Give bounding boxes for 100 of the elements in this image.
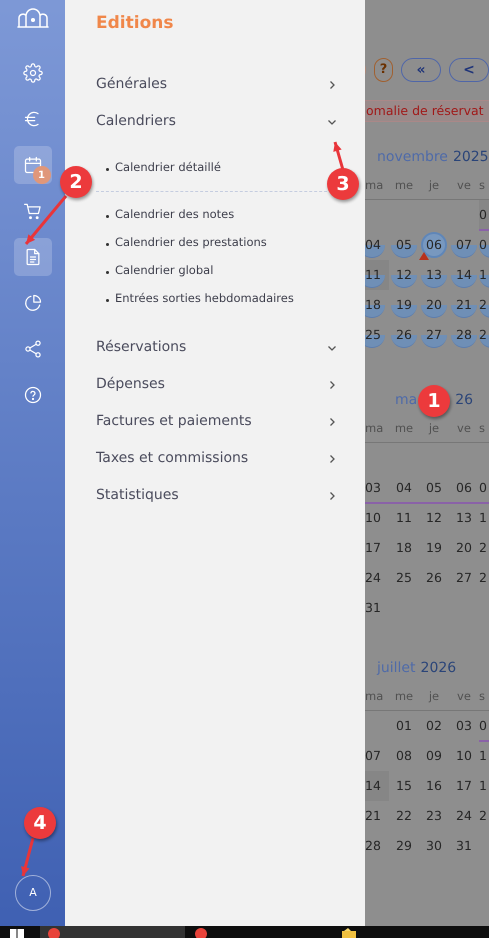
- month-name: novembre: [377, 148, 448, 166]
- day-cell[interactable]: 1: [479, 266, 487, 284]
- menu-item[interactable]: Dépenses: [65, 366, 365, 403]
- day-cell[interactable]: 08: [396, 746, 412, 766]
- day-cell[interactable]: 10: [456, 746, 472, 766]
- day-cell[interactable]: 07: [365, 746, 381, 766]
- submenu-item[interactable]: Calendrier global: [106, 257, 214, 285]
- day-cell[interactable]: 24: [456, 806, 472, 826]
- submenu-item[interactable]: Entrées sorties hebdomadaires: [106, 285, 294, 313]
- weekday-header: me: [394, 420, 414, 437]
- day-cell[interactable]: 30: [426, 836, 442, 856]
- menu-item[interactable]: Taxes et commissions: [65, 440, 365, 477]
- day-cell[interactable]: 29: [396, 836, 412, 856]
- day-cell[interactable]: 27: [426, 326, 442, 344]
- submenu-item[interactable]: Calendrier des notes: [106, 201, 234, 229]
- bullet-icon: [106, 299, 109, 302]
- day-cell[interactable]: 09: [426, 746, 442, 766]
- day-cell[interactable]: 27: [456, 568, 472, 588]
- day-cell[interactable]: 12: [426, 508, 442, 528]
- day-cell[interactable]: 06: [426, 236, 442, 254]
- share-icon: [22, 339, 42, 359]
- day-cell[interactable]: 2: [479, 806, 487, 826]
- day-cell[interactable]: 22: [396, 806, 412, 826]
- day-cell[interactable]: 13: [456, 508, 472, 528]
- chevron-right-icon: [327, 490, 337, 500]
- menu-item[interactable]: Statistiques: [65, 477, 365, 514]
- menu-item[interactable]: Calendriers: [65, 103, 365, 140]
- day-cell[interactable]: 31: [456, 836, 472, 856]
- day-cell[interactable]: 11: [396, 508, 412, 528]
- day-cell[interactable]: 26: [426, 568, 442, 588]
- day-cell[interactable]: 15: [396, 776, 412, 796]
- weekday-header: ve: [456, 176, 472, 194]
- day-cell[interactable]: 25: [365, 326, 381, 344]
- day-cell[interactable]: 1: [479, 746, 487, 766]
- day-cell[interactable]: 03: [456, 716, 472, 736]
- day-cell[interactable]: 17: [456, 776, 472, 796]
- day-cell[interactable]: 04: [365, 236, 381, 254]
- submenu-item[interactable]: Calendrier détaillé: [106, 154, 221, 182]
- day-cell[interactable]: 2: [479, 538, 487, 558]
- day-cell[interactable]: 25: [396, 568, 412, 588]
- day-cell[interactable]: 21: [365, 806, 381, 826]
- day-cell[interactable]: 03: [365, 478, 381, 498]
- submenu-item[interactable]: Calendrier des prestations: [106, 229, 267, 257]
- day-cell[interactable]: 31: [365, 598, 381, 618]
- avatar-button[interactable]: A: [15, 875, 51, 911]
- day-cell[interactable]: 06: [456, 478, 472, 498]
- weekday-header: je: [428, 688, 440, 705]
- day-cell[interactable]: 02: [426, 716, 442, 736]
- day-cell[interactable]: 07: [456, 236, 472, 254]
- day-cell[interactable]: 12: [396, 266, 412, 284]
- day-cell[interactable]: 01: [396, 716, 412, 736]
- browser-icon: [48, 928, 60, 938]
- day-cell[interactable]: 2: [479, 296, 487, 314]
- weekday-header: je: [428, 420, 440, 437]
- day-cell[interactable]: 1: [479, 776, 487, 796]
- day-cell[interactable]: 20: [456, 538, 472, 558]
- nav-button[interactable]: <: [449, 58, 489, 82]
- menu-item[interactable]: Factures et paiements: [65, 403, 365, 440]
- day-cell[interactable]: 19: [426, 538, 442, 558]
- day-cell[interactable]: 0: [479, 478, 487, 498]
- day-cell[interactable]: 23: [426, 806, 442, 826]
- bullet-icon: [106, 168, 109, 171]
- day-cell[interactable]: 16: [426, 776, 442, 796]
- windows-icon[interactable]: [10, 929, 24, 938]
- day-cell[interactable]: 05: [426, 478, 442, 498]
- day-cell[interactable]: 2: [479, 326, 487, 344]
- sidebar-item[interactable]: [14, 238, 52, 276]
- day-cell[interactable]: 0: [479, 716, 487, 736]
- day-cell[interactable]: 0: [479, 236, 487, 254]
- day-cell[interactable]: 28: [456, 326, 472, 344]
- sidebar-item[interactable]: 1: [14, 146, 52, 184]
- month-name: ma: [395, 390, 418, 410]
- day-cell[interactable]: 04: [396, 478, 412, 498]
- bullet-icon: [106, 271, 109, 274]
- help-button[interactable]: ?: [374, 58, 393, 82]
- settings-icon: [22, 63, 42, 83]
- menu-item[interactable]: Réservations: [65, 329, 365, 366]
- chevron-right-icon: [327, 416, 337, 426]
- chevron-right-icon: [327, 454, 337, 464]
- day-cell[interactable]: 17: [365, 538, 381, 558]
- day-cell[interactable]: 24: [365, 568, 381, 588]
- day-cell[interactable]: 10: [365, 508, 381, 528]
- day-cell[interactable]: 26: [396, 326, 412, 344]
- day-cell[interactable]: 05: [396, 236, 412, 254]
- day-cell[interactable]: 20: [426, 296, 442, 314]
- day-cell[interactable]: 28: [365, 836, 381, 856]
- day-cell[interactable]: 18: [396, 538, 412, 558]
- weekday-header: s: [479, 420, 486, 437]
- menu-item[interactable]: Générales: [65, 66, 365, 103]
- day-cell[interactable]: 2: [479, 568, 487, 588]
- day-cell[interactable]: 13: [426, 266, 442, 284]
- day-cell[interactable]: 21: [456, 296, 472, 314]
- weekday-header: s: [479, 176, 486, 194]
- weekday-header: me: [394, 176, 414, 194]
- weekday-header: je: [428, 176, 440, 194]
- day-cell[interactable]: 1: [479, 508, 487, 528]
- day-cell[interactable]: 14: [456, 266, 472, 284]
- day-cell[interactable]: 19: [396, 296, 412, 314]
- day-cell[interactable]: 18: [365, 296, 381, 314]
- nav-button[interactable]: «: [401, 58, 441, 82]
